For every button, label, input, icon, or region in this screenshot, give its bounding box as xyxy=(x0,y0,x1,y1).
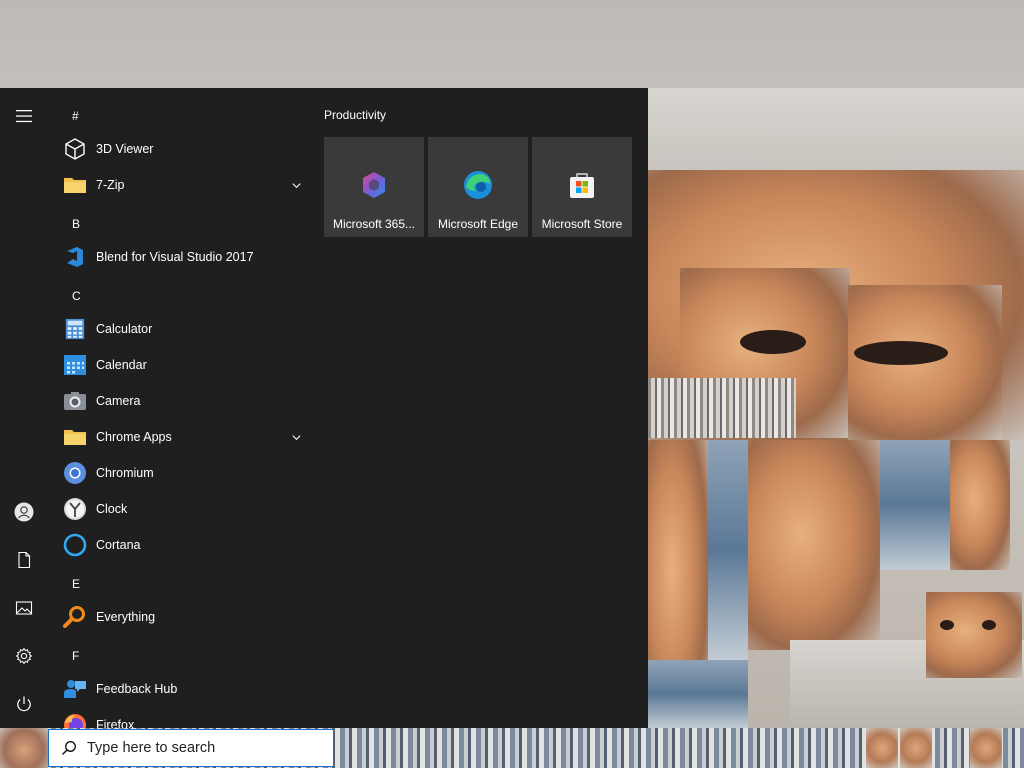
wallpaper-region xyxy=(748,440,880,650)
start-menu: # 3D Viewer 7-Zip B Blend for Visual Stu… xyxy=(0,88,648,728)
wallpaper-region xyxy=(950,440,1010,570)
app-blend-for-visual-studio[interactable]: Blend for Visual Studio 2017 xyxy=(58,239,310,275)
app-feedback-hub[interactable]: Feedback Hub xyxy=(58,671,310,707)
store-icon xyxy=(566,169,598,201)
wallpaper-region xyxy=(880,440,950,570)
app-label: Chrome Apps xyxy=(96,430,172,444)
firefox-icon xyxy=(62,712,88,728)
app-label: Firefox xyxy=(96,718,135,728)
power-icon xyxy=(17,696,31,712)
hamburger-icon xyxy=(16,110,32,123)
app-chromium[interactable]: Chromium xyxy=(58,455,310,491)
app-3d-viewer[interactable]: 3D Viewer xyxy=(58,131,310,167)
app-label: 7-Zip xyxy=(96,178,125,192)
settings-button[interactable] xyxy=(0,636,48,676)
pictures-button[interactable] xyxy=(0,588,48,628)
cat-eye xyxy=(740,330,806,354)
user-account-button[interactable] xyxy=(0,492,48,532)
folder-icon xyxy=(62,172,88,198)
pictures-icon xyxy=(15,601,33,615)
letter-header-f[interactable]: F xyxy=(72,638,79,674)
cat-eye xyxy=(982,620,996,630)
taskbar-search-box[interactable] xyxy=(48,729,334,767)
app-cortana[interactable]: Cortana xyxy=(58,527,310,563)
app-label: Chromium xyxy=(96,466,154,480)
letter-header-hash[interactable]: # xyxy=(72,98,79,134)
cube-icon xyxy=(62,136,88,162)
app-label: Feedback Hub xyxy=(96,682,178,696)
tile-label: Microsoft Edge xyxy=(437,217,519,231)
app-label: Blend for Visual Studio 2017 xyxy=(96,250,254,264)
edge-icon xyxy=(462,169,494,201)
expand-menu-button[interactable] xyxy=(0,96,48,136)
app-list: # 3D Viewer 7-Zip B Blend for Visual Stu… xyxy=(48,88,310,728)
app-clock[interactable]: Clock xyxy=(58,491,310,527)
taskbar-app-icon[interactable] xyxy=(866,728,898,768)
user-icon xyxy=(14,502,34,522)
tile-group-title[interactable]: Productivity xyxy=(324,108,386,122)
tile-microsoft-365[interactable]: Microsoft 365... xyxy=(324,137,424,237)
magnifier-icon xyxy=(62,604,88,630)
search-input[interactable] xyxy=(87,740,317,756)
tile-label: Microsoft Store xyxy=(541,217,623,231)
chevron-down-icon[interactable] xyxy=(288,177,304,193)
app-everything[interactable]: Everything xyxy=(58,599,310,635)
app-label: Clock xyxy=(96,502,128,516)
wallpaper-region xyxy=(848,285,1002,440)
tile-label: Microsoft 365... xyxy=(332,217,416,231)
tiles-area: Productivity Microsoft 365... Microsoft … xyxy=(310,88,648,728)
app-firefox[interactable]: Firefox xyxy=(58,707,310,728)
app-chrome-apps-folder[interactable]: Chrome Apps xyxy=(58,419,310,455)
app-label: Camera xyxy=(96,394,141,408)
microsoft-365-icon xyxy=(358,169,390,201)
app-label: Cortana xyxy=(96,538,141,552)
calculator-icon xyxy=(62,316,88,342)
tile-microsoft-edge[interactable]: Microsoft Edge xyxy=(428,137,528,237)
document-icon xyxy=(18,551,31,569)
taskbar-app-icon[interactable] xyxy=(900,728,932,768)
taskbar-app-icon[interactable] xyxy=(970,728,1002,768)
wallpaper-region xyxy=(708,440,748,660)
letter-header-c[interactable]: C xyxy=(72,278,81,314)
gear-icon xyxy=(15,647,33,665)
taskbar xyxy=(0,728,1024,768)
app-label: Calculator xyxy=(96,322,153,336)
wallpaper-region xyxy=(648,660,748,728)
cat-eye xyxy=(854,341,948,365)
app-label: 3D Viewer xyxy=(96,142,154,156)
tile-microsoft-store[interactable]: Microsoft Store xyxy=(532,137,632,237)
blend-icon xyxy=(62,244,88,270)
documents-button[interactable] xyxy=(0,540,48,580)
letter-header-e[interactable]: E xyxy=(72,566,80,602)
app-calculator[interactable]: Calculator xyxy=(58,311,310,347)
app-calendar[interactable]: Calendar xyxy=(58,347,310,383)
letter-header-b[interactable]: B xyxy=(72,206,80,242)
app-label: Calendar xyxy=(96,358,147,372)
start-rail xyxy=(0,88,48,728)
calendar-icon xyxy=(62,352,88,378)
search-icon xyxy=(62,741,76,755)
app-7-zip-folder[interactable]: 7-Zip xyxy=(58,167,310,203)
cat-eye xyxy=(940,620,954,630)
chromium-icon xyxy=(62,460,88,486)
power-button[interactable] xyxy=(0,684,48,724)
wallpaper-region xyxy=(926,592,1022,678)
folder-icon xyxy=(62,424,88,450)
chevron-down-icon[interactable] xyxy=(288,429,304,445)
app-camera[interactable]: Camera xyxy=(58,383,310,419)
feedback-icon xyxy=(62,676,88,702)
app-label: Everything xyxy=(96,610,156,624)
start-button[interactable] xyxy=(0,728,48,768)
camera-icon xyxy=(62,388,88,414)
clock-icon xyxy=(62,496,88,522)
cortana-icon xyxy=(62,532,88,558)
wallpaper-region xyxy=(648,378,796,438)
